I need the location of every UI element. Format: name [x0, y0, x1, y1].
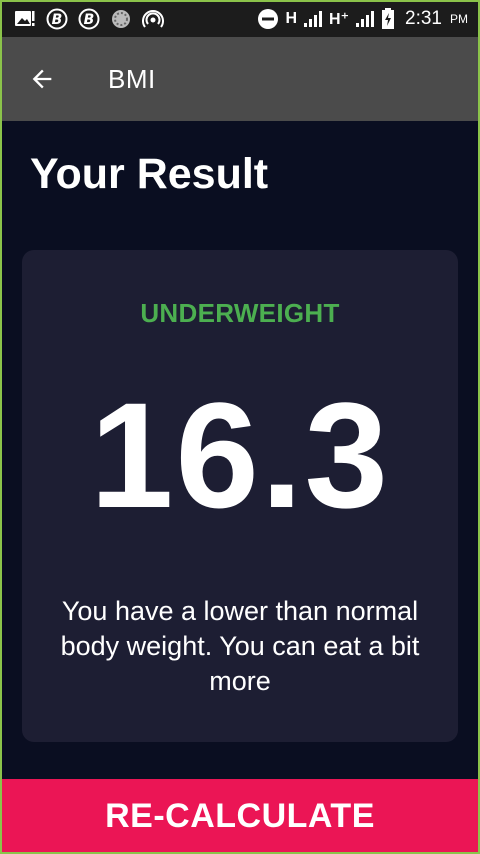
clock-ampm: PM	[450, 11, 468, 26]
recalculate-button[interactable]: RE-CALCULATE	[0, 779, 480, 854]
page-title: Your Result	[30, 150, 269, 198]
svg-text:B: B	[84, 12, 95, 28]
system-icons: H H⁺ 2:31 PM	[257, 7, 480, 30]
clock-time: 2:31	[405, 7, 442, 29]
network-type-2: H⁺	[329, 10, 350, 28]
bmi-interpretation: You have a lower than normal body weight…	[60, 596, 420, 696]
back-button[interactable]	[10, 47, 74, 111]
bitcoin-icon: B	[46, 8, 68, 30]
bmi-value: 16.3	[90, 371, 390, 539]
signal-icon	[355, 10, 375, 28]
app-bar: BMI	[0, 37, 480, 121]
result-card: UNDERWEIGHT 16.3 You have a lower than n…	[22, 250, 458, 742]
recalculate-label: RE-CALCULATE	[105, 797, 375, 835]
svg-text:B: B	[52, 12, 63, 28]
bitcoin-icon: B	[78, 8, 100, 30]
signal-icon	[303, 10, 323, 28]
arrow-back-icon	[32, 69, 52, 89]
app-bar-title: BMI	[108, 63, 156, 94]
image-alert-icon	[14, 9, 36, 29]
do-not-disturb-icon	[257, 8, 279, 30]
status-bar: B B H H⁺ 2:31 PM	[0, 0, 480, 37]
network-type-1: H	[285, 9, 298, 27]
hotspot-icon	[142, 8, 164, 30]
bmi-category: UNDERWEIGHT	[140, 298, 340, 328]
spinner-icon	[110, 8, 132, 30]
notification-icons: B B	[0, 8, 164, 30]
battery-charging-icon	[381, 7, 395, 30]
